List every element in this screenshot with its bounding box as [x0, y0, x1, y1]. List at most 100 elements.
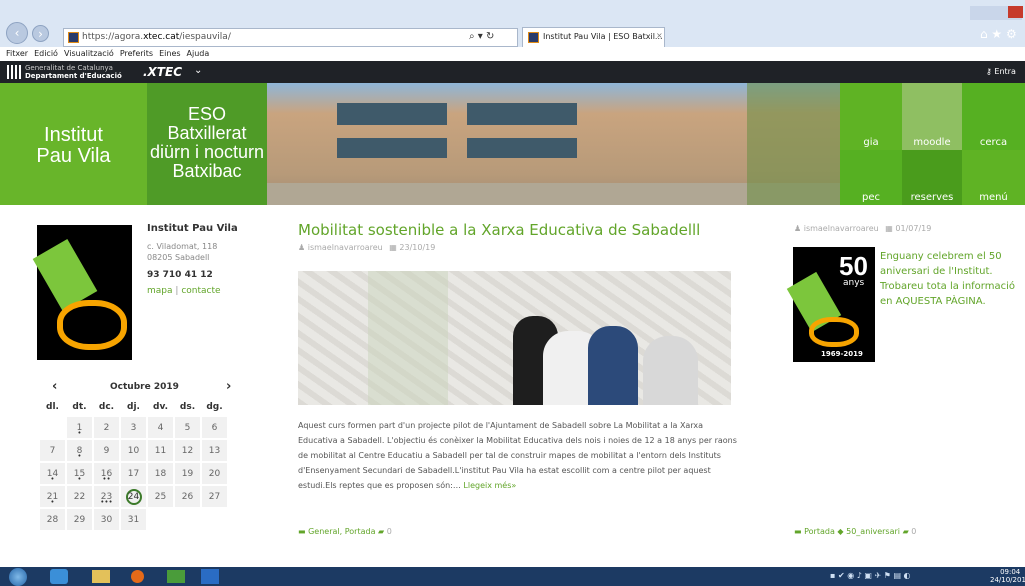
menu-file[interactable]: Fitxer — [6, 49, 28, 61]
calendar-day[interactable]: 10 — [121, 440, 146, 461]
forward-button[interactable]: › — [32, 25, 49, 42]
calendar-day[interactable]: 1 • — [67, 417, 92, 438]
menu-help[interactable]: Ajuda — [187, 49, 210, 61]
aside-meta: ♟ ismaelnavarroareu ▦ 01/07/19 — [794, 224, 931, 233]
tile-pec[interactable]: pec — [840, 150, 902, 205]
link-separator: | — [175, 286, 179, 296]
calendar-day[interactable]: 31 — [121, 509, 146, 530]
post-categories[interactable]: General, Portada — [308, 527, 375, 536]
login-link[interactable]: ⚷ Entra — [986, 67, 1016, 76]
calendar-day[interactable]: 20 — [202, 463, 227, 484]
close-window-button[interactable] — [1008, 6, 1023, 18]
calendar-day[interactable]: 26 — [175, 486, 200, 507]
anniversary-text[interactable]: Enguany celebrem el 50 aniversari de l'I… — [880, 249, 1020, 309]
tab-favicon-icon — [528, 32, 539, 43]
contact-link[interactable]: contacte — [181, 286, 220, 296]
menu-view[interactable]: Visualització — [64, 49, 114, 61]
post-author[interactable]: ismaelnavarroareu — [308, 243, 383, 252]
aside-author[interactable]: ismaelnavarroareu — [804, 224, 879, 233]
calendar-day[interactable]: 7 — [40, 440, 65, 461]
read-more-link[interactable]: Llegeix més» — [463, 481, 516, 490]
calendar-icon: ▦ — [885, 224, 896, 233]
calendar-day[interactable]: 19 — [175, 463, 200, 484]
system-tray-icons[interactable]: ▪ ✔ ◉ ♪ ▣ ✈ ⚑ ▤ ◐ — [830, 571, 980, 582]
tab-active[interactable]: Institut Pau Vila | ESO Batxil... × — [522, 27, 665, 47]
calendar-day[interactable]: 17 — [121, 463, 146, 484]
tile-reserves[interactable]: reserves — [902, 150, 962, 205]
school-name-block[interactable]: Institut Pau Vila — [0, 83, 147, 205]
calendar-day[interactable]: 21 • — [40, 486, 65, 507]
post-excerpt-text: Aquest curs formen part d'un projecte pi… — [298, 421, 737, 490]
calendar-day[interactable]: 6 — [202, 417, 227, 438]
outlook-taskbar-icon[interactable] — [201, 569, 219, 584]
tile-menu[interactable]: menú — [962, 150, 1025, 205]
home-star-gear-icons[interactable]: ⌂ ★ ⚙ — [980, 27, 1017, 41]
back-button[interactable]: ‹ — [6, 22, 28, 44]
address-bar[interactable]: https://agora.xtec.cat/iespauvila/ ⌕ ▾ ↻ — [63, 28, 518, 47]
calendar-day[interactable]: 13 — [202, 440, 227, 461]
menu-edit[interactable]: Edició — [34, 49, 58, 61]
calendar-day[interactable]: 8 • — [67, 440, 92, 461]
calendar-day[interactable]: 3 — [121, 417, 146, 438]
app-taskbar-icon[interactable] — [167, 570, 185, 583]
url-prefix: https://agora. — [82, 32, 144, 42]
clock-time: 09:04 — [1000, 568, 1021, 576]
menu-tools[interactable]: Eines — [159, 49, 180, 61]
tile-pec-label: pec — [862, 192, 880, 203]
menu-favorites[interactable]: Preferits — [120, 49, 153, 61]
xtec-logo[interactable]: .XTEC — [143, 65, 182, 79]
aside-categories[interactable]: Portada — [804, 527, 835, 536]
calendar-day-today[interactable]: 24 — [121, 486, 146, 507]
system-clock[interactable]: 09:04 24/10/2019 — [990, 568, 1025, 584]
calendar-day[interactable]: 14 • — [40, 463, 65, 484]
calendar-prev-button[interactable]: ‹ — [52, 379, 57, 394]
start-button[interactable] — [9, 568, 27, 586]
calendar-day[interactable]: 11 — [148, 440, 173, 461]
post-title[interactable]: Mobilitat sostenible a la Xarxa Educativ… — [298, 221, 700, 239]
calendar-day[interactable]: 18 — [148, 463, 173, 484]
study-batxillerat: Batxillerat — [167, 123, 247, 143]
media-taskbar-icon[interactable] — [131, 570, 144, 583]
aside-date: 01/07/19 — [895, 224, 932, 233]
calendar-day[interactable]: 28 — [40, 509, 65, 530]
tile-gia[interactable]: gia — [840, 83, 902, 150]
weekday-header: dj. — [127, 402, 140, 412]
anniversary-logo[interactable]: 50 anys 1969-2019 — [786, 247, 875, 362]
calendar-day[interactable]: 5 — [175, 417, 200, 438]
calendar-day[interactable]: 4 — [148, 417, 173, 438]
calendar-day[interactable]: 15 • — [67, 463, 92, 484]
aside-comments-count[interactable]: 0 — [911, 527, 916, 536]
tab-close-icon[interactable]: × — [656, 31, 663, 40]
main-article: Mobilitat sostenible a la Xarxa Educativ… — [285, 205, 762, 567]
tile-cerca[interactable]: cerca — [962, 83, 1025, 150]
post-comments-count[interactable]: 0 — [387, 527, 392, 536]
calendar-next-button[interactable]: › — [226, 379, 231, 394]
post-image[interactable] — [298, 271, 731, 405]
post-date: 23/10/19 — [399, 243, 436, 252]
login-label: Entra — [994, 67, 1016, 76]
xtec-dropdown-icon[interactable]: ⌄ — [194, 65, 202, 76]
tag-icon: ◆ — [837, 527, 847, 536]
ie-taskbar-icon[interactable] — [50, 569, 68, 584]
aside-tags[interactable]: 50_aniversari — [846, 527, 900, 536]
aside-footer: ▬ Portada ◆ 50_aniversari ▰ 0 — [794, 527, 916, 536]
school-name: Institut Pau Vila — [147, 223, 238, 234]
calendar-day[interactable]: 29 — [67, 509, 92, 530]
site-banner: Institut Pau Vila ESO Batxillerat diürn … — [0, 83, 1025, 205]
calendar-day[interactable]: 30 — [94, 509, 119, 530]
calendar-day[interactable]: 9 — [94, 440, 119, 461]
explorer-taskbar-icon[interactable] — [92, 570, 110, 583]
map-link[interactable]: mapa — [147, 286, 173, 296]
event-dot: •• — [102, 475, 111, 483]
calendar-day[interactable]: 22 — [67, 486, 92, 507]
calendar-day[interactable]: 2 — [94, 417, 119, 438]
calendar-day[interactable]: 23 ••• — [94, 486, 119, 507]
calendar-day[interactable]: 12 — [175, 440, 200, 461]
calendar-day[interactable]: 16 •• — [94, 463, 119, 484]
search-refresh-icons[interactable]: ⌕ ▾ ↻ — [469, 31, 494, 42]
calendar-day[interactable]: 25 — [148, 486, 173, 507]
post-meta: ♟ ismaelnavarroareu ▦ 23/10/19 — [298, 243, 435, 252]
tile-moodle[interactable]: moodle — [902, 83, 962, 150]
calendar-day[interactable]: 27 — [202, 486, 227, 507]
sidebar: Institut Pau Vila c. Viladomat, 118 0820… — [0, 205, 268, 567]
